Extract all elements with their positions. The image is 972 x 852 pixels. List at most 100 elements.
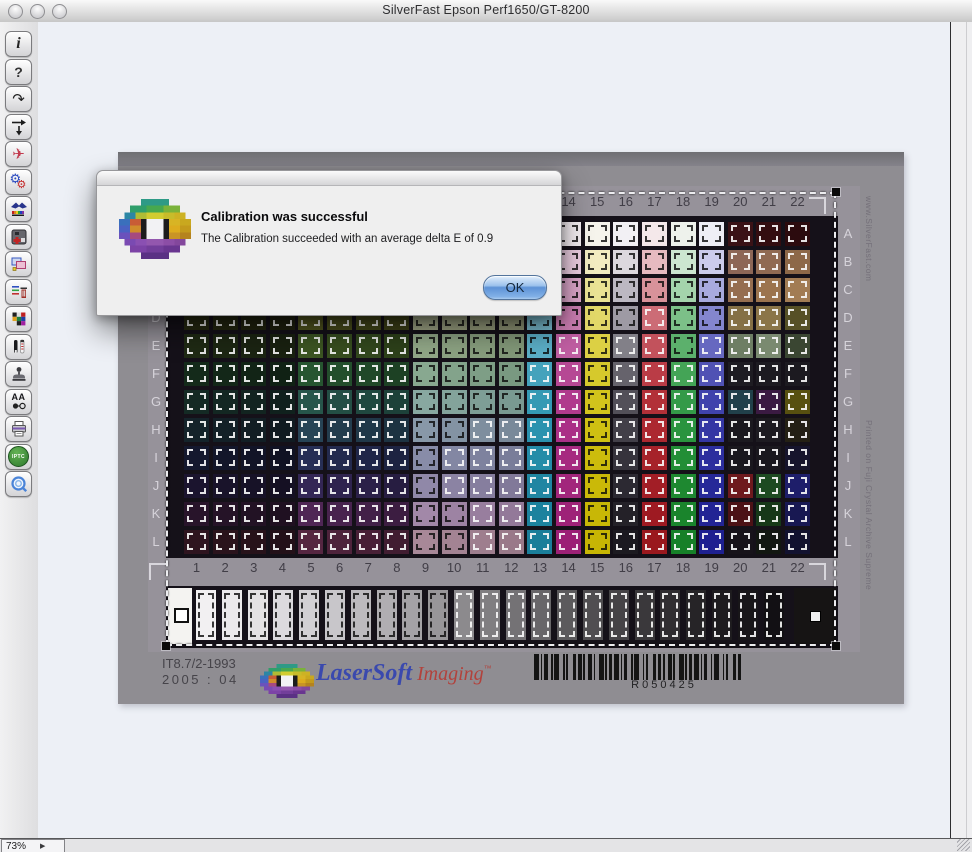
barcode	[534, 654, 742, 680]
row-letter: I	[148, 450, 164, 465]
row-letter: D	[840, 310, 856, 325]
row-letter: J	[840, 478, 856, 493]
eagle-icon	[10, 200, 28, 218]
ok-button[interactable]: OK	[483, 275, 547, 300]
pixel-image-button[interactable]	[5, 306, 32, 332]
row-letter: J	[148, 478, 164, 493]
frame-export-button[interactable]	[5, 114, 32, 140]
overview-button[interactable]: ✈	[5, 141, 32, 167]
info-icon: i	[16, 36, 20, 52]
barcode-text: R050425	[586, 679, 742, 691]
barcode-bar	[673, 654, 675, 680]
barcode-bar	[711, 654, 713, 680]
dialog-title: Calibration was successful	[201, 209, 368, 224]
barcode-bar	[714, 654, 719, 680]
zoom-menu-arrow-icon: ▶	[40, 842, 45, 850]
row-letter: K	[840, 506, 856, 521]
lasersoft-wordmark: LaserSoftImaging™	[316, 660, 492, 687]
barcode-bar	[551, 654, 553, 680]
trademark-symbol: ™	[484, 664, 492, 673]
barcode-bar	[689, 654, 692, 680]
row-letter: C	[840, 282, 856, 297]
fuji-paper-vertical-text: Printed on Fuji Crystal Archive Supreme	[864, 420, 874, 650]
row-letter: F	[148, 366, 164, 381]
row-letter: H	[148, 422, 164, 437]
barcode-bar	[701, 654, 703, 680]
barcode-bar	[605, 654, 607, 680]
barcode-bar	[733, 654, 736, 680]
quicktime-icon	[10, 475, 28, 493]
iptc-icon: IPTC	[8, 446, 29, 467]
row-letter: E	[840, 338, 856, 353]
frames-button[interactable]	[5, 251, 32, 277]
row-letter: B	[840, 254, 856, 269]
it8-standard-line: IT8.7/2-1993	[162, 656, 239, 672]
airplane-icon: ✈	[12, 147, 25, 162]
right-margin-strip	[951, 22, 972, 838]
barcode-bar	[723, 654, 725, 680]
barcode-bar	[726, 654, 728, 680]
brand-lasersoft: LaserSoft	[316, 660, 412, 686]
row-letter: G	[840, 394, 856, 409]
barcode-bar	[621, 654, 623, 680]
marquee-handle-bottom-left[interactable]	[162, 642, 170, 650]
barcode-bar	[563, 654, 565, 680]
silverfast-url-vertical-text: www.SilverFast.com	[864, 196, 874, 316]
barcode-bar	[594, 654, 596, 680]
calibration-dialog: Calibration was successful The Calibrati…	[96, 170, 562, 316]
barcode-bar	[631, 654, 633, 680]
row-letter: F	[840, 366, 856, 381]
options-button[interactable]: ⚙⚙	[5, 169, 32, 195]
barcode-bar	[583, 654, 585, 680]
barcode-bar	[643, 654, 645, 680]
print-button[interactable]	[5, 416, 32, 442]
it8-date-line: 2005 : 04	[162, 672, 239, 688]
stamp-icon	[10, 365, 28, 383]
registration-mark-top-right	[809, 197, 826, 214]
brand-imaging: Imaging	[417, 663, 484, 685]
barcode-bar	[599, 654, 604, 680]
silverfast-button[interactable]	[5, 196, 32, 222]
marquee-handle-top-right[interactable]	[832, 188, 840, 196]
barcode-bar	[738, 654, 741, 680]
scan-pilot-button[interactable]	[5, 224, 32, 250]
text-recognition-button[interactable]: AA	[5, 389, 32, 415]
first-aid-icon	[10, 228, 28, 246]
zoom-level-control[interactable]: 73% ▶	[1, 839, 65, 852]
resize-grip[interactable]	[957, 839, 970, 851]
status-bar	[0, 838, 972, 852]
row-letter: K	[148, 506, 164, 521]
pixel-image-icon	[10, 310, 28, 328]
rotate-icon: ↷	[12, 92, 25, 107]
printer-icon	[10, 420, 28, 438]
stamp-button[interactable]	[5, 361, 32, 387]
it8-standard-label: IT8.7/2-1993 2005 : 04	[162, 656, 239, 688]
barcode-bar	[573, 654, 576, 680]
dialog-title-bar[interactable]	[97, 171, 561, 186]
barcode-bar	[624, 654, 627, 680]
frame-arrows-icon	[10, 118, 28, 136]
barcode-bar	[679, 654, 684, 680]
barcode-bar	[634, 654, 639, 680]
barcode-bar	[566, 654, 568, 680]
rotate-button[interactable]: ↷	[5, 86, 32, 112]
gears-icon: ⚙⚙	[10, 173, 28, 191]
barcode-bar	[588, 654, 591, 680]
title-bar[interactable]: SilverFast Epson Perf1650/GT-8200	[0, 0, 972, 23]
row-letters-right: ABCDEFGHIJKL	[840, 186, 858, 652]
registration-mark-bottom-left	[149, 563, 166, 580]
barcode-bar	[685, 654, 687, 680]
densitometer-button[interactable]	[5, 334, 32, 360]
row-letter: A	[840, 226, 856, 241]
help-button[interactable]: ?	[5, 59, 32, 85]
card-shadow-edge	[118, 152, 904, 166]
row-letter: L	[148, 534, 164, 549]
delete-frame-button[interactable]	[5, 279, 32, 305]
pens-icon	[10, 338, 28, 356]
marquee-handle-bottom-right[interactable]	[832, 642, 840, 650]
iptc-button[interactable]: IPTC	[5, 444, 32, 470]
quicktime-button[interactable]	[5, 471, 32, 497]
tool-sidebar: i ? ↷ ✈ ⚙⚙ AA	[0, 22, 38, 847]
info-button[interactable]: i	[5, 31, 32, 57]
delete-frame-icon	[10, 283, 28, 301]
